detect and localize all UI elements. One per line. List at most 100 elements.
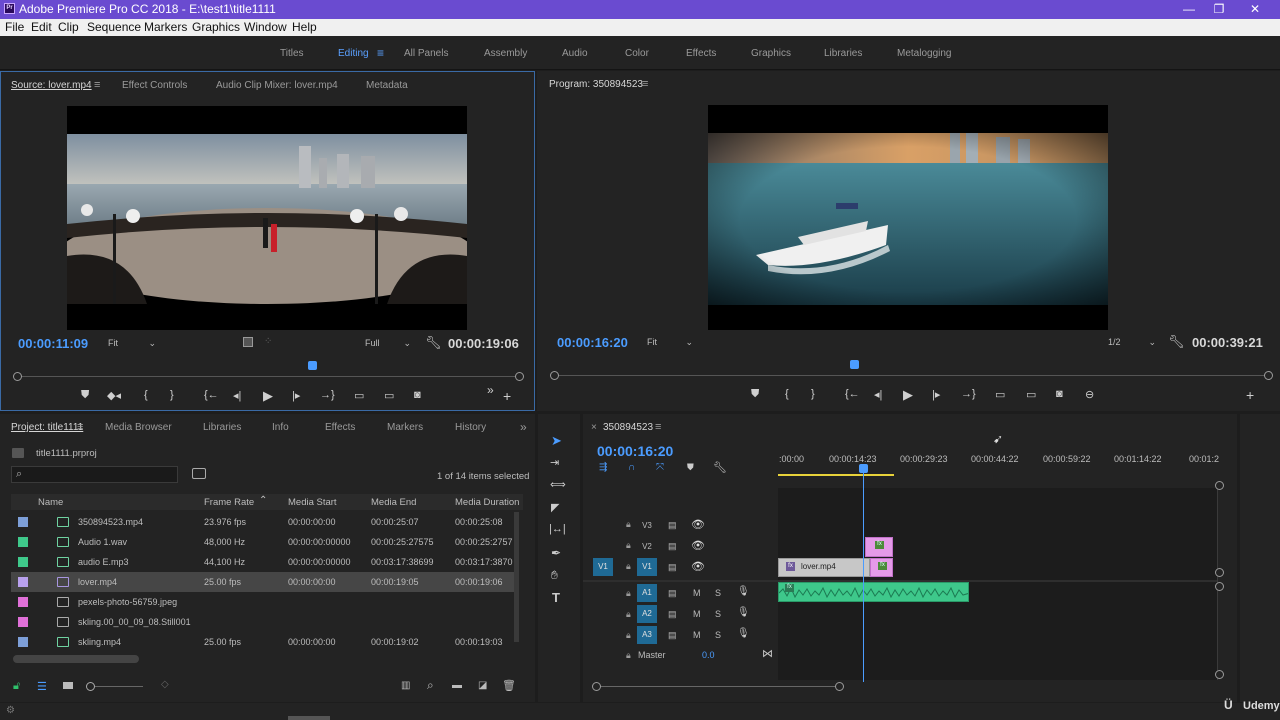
eye-icon[interactable]: 👁︎ [691, 539, 705, 552]
minimize-button[interactable]: — [1176, 1, 1202, 17]
close-button[interactable]: ✕ [1242, 1, 1268, 17]
mark-out-button[interactable]: } [811, 388, 815, 400]
timeline-playhead-line[interactable] [863, 472, 864, 682]
project-list-item[interactable]: 350894523.mp4 23.976 fps 00:00:00:00 00:00:… [11, 512, 514, 532]
tab-timeline-sequence[interactable]: 350894523 [603, 422, 653, 433]
tab-audio-clip-mixer[interactable]: Audio Clip Mixer: lover.mp4 [216, 80, 338, 91]
project-list-item[interactable]: pexels-photo-56759.jpeg [11, 592, 514, 612]
button-editor-button[interactable]: + [1246, 387, 1254, 403]
workspace-metalogging[interactable]: Metalogging [897, 48, 951, 59]
timeline-horizontal-scrollbar[interactable] [597, 686, 841, 687]
linked-selection-icon[interactable]: ⤧ [656, 462, 664, 473]
selection-tool-icon[interactable]: ➤ [551, 433, 562, 449]
source-resolution-dropdown[interactable]: Full ⌄ [365, 338, 411, 348]
menu-file[interactable]: File [5, 20, 24, 34]
track-target-v1[interactable]: V1 [637, 558, 657, 576]
sync-lock-icon[interactable]: ▤ [668, 609, 677, 620]
add-marker-icon[interactable]: ⛊ [687, 462, 694, 473]
timeline-tab-close-icon[interactable]: × [591, 422, 597, 433]
icon-view-icon[interactable] [63, 682, 73, 689]
add-marker-button[interactable]: ⛊ [751, 388, 759, 401]
step-back-button[interactable]: ◂| [874, 388, 882, 401]
solo-button[interactable]: S [715, 630, 721, 640]
source-video-frame[interactable] [67, 106, 467, 330]
automate-to-sequence-icon[interactable]: ▥ [401, 680, 410, 691]
more-panels-button[interactable]: » [520, 420, 527, 434]
vertical-zoom-handle[interactable] [1215, 582, 1224, 591]
workspace-menu-icon[interactable]: ≡ [377, 46, 384, 60]
timeline-tab-menu-icon[interactable]: ≡ [655, 421, 661, 433]
overwrite-button[interactable]: ▭ [384, 389, 394, 402]
nest-icon[interactable]: ⇶ [599, 462, 607, 473]
go-to-out-point-icon[interactable]: ⋈ [762, 647, 773, 660]
label-color-swatch[interactable] [18, 577, 28, 587]
menu-edit[interactable]: Edit [31, 20, 52, 34]
project-list-item[interactable]: skling.00_00_09_08.Still001 [11, 612, 514, 632]
insert-button[interactable]: ▭ [354, 389, 364, 402]
eye-icon[interactable]: 👁︎ [691, 518, 705, 531]
go-to-in-button[interactable]: {← [204, 389, 219, 401]
sync-lock-icon[interactable]: ▤ [668, 562, 677, 573]
mute-button[interactable]: M [693, 630, 701, 640]
wrench-icon[interactable]: 🔧︎ [1168, 334, 1185, 350]
track-lock-icon[interactable]: 🔒︎ [626, 650, 631, 661]
add-marker-button[interactable]: ⛊ [81, 389, 89, 402]
solo-button[interactable]: S [715, 588, 721, 598]
source-zoom-dropdown[interactable]: Fit ⌄ [108, 338, 156, 348]
label-color-swatch[interactable] [18, 557, 28, 567]
menu-markers[interactable]: Markers [144, 20, 187, 34]
track-target-a2[interactable]: A2 [637, 605, 657, 623]
column-header-media-end[interactable]: Media End [371, 497, 416, 508]
track-lock-icon[interactable]: 🔒︎ [626, 561, 631, 572]
ripple-edit-tool-icon[interactable]: ⟺ [550, 478, 566, 491]
mute-button[interactable]: M [693, 588, 701, 598]
workspace-color[interactable]: Color [625, 48, 649, 59]
program-zoom-start-handle[interactable] [550, 371, 559, 380]
column-header-media-start[interactable]: Media Start [288, 497, 337, 508]
timeline-settings-wrench-icon[interactable]: 🔧︎ [713, 461, 727, 474]
wrench-icon[interactable]: 🔧︎ [425, 335, 442, 351]
timeline-zoom-end-handle[interactable] [835, 682, 844, 691]
comparison-view-button[interactable]: ⊖ [1085, 388, 1094, 401]
tab-media-browser[interactable]: Media Browser [105, 422, 172, 433]
zoom-slider-track[interactable] [95, 686, 143, 687]
project-list-item[interactable]: lover.mp4 25.00 fps 00:00:00:00 00:00:19:05… [11, 572, 514, 592]
eye-icon[interactable]: 👁︎ [691, 560, 705, 573]
menu-clip[interactable]: Clip [58, 20, 79, 34]
workspace-editing[interactable]: Editing [338, 48, 369, 59]
mark-in-button[interactable]: { [785, 388, 789, 400]
track-select-tool-icon[interactable]: ⇥ [550, 456, 559, 469]
step-forward-button[interactable]: |▸ [932, 388, 940, 401]
list-view-icon[interactable]: ☰ [37, 680, 47, 693]
label-color-swatch[interactable] [18, 617, 28, 627]
step-back-button[interactable]: ◂| [233, 389, 241, 402]
column-header-name[interactable]: Name [38, 497, 63, 508]
source-patch-v1[interactable]: V1 [593, 558, 613, 576]
program-timeline-ruler[interactable] [555, 375, 1267, 376]
drag-video-icon[interactable]: ⁘ [264, 336, 272, 347]
tab-info[interactable]: Info [272, 422, 289, 433]
timeline-playhead-timecode[interactable]: 00:00:16:20 [597, 443, 673, 459]
lock-icon[interactable]: 🔓︎ [13, 680, 20, 693]
audio-clip-a1[interactable]: fx [778, 582, 969, 602]
workspace-libraries[interactable]: Libraries [824, 48, 862, 59]
tab-project[interactable]: Project: title1111 [11, 422, 83, 433]
track-lock-icon[interactable]: 🔒︎ [626, 588, 631, 599]
sync-lock-icon[interactable]: ▤ [668, 588, 677, 599]
menu-window[interactable]: Window [244, 20, 287, 34]
project-list-item[interactable]: skling.mp4 25.00 fps 00:00:00:00 00:00:19:0… [11, 632, 514, 652]
go-to-out-button[interactable]: →} [320, 389, 335, 401]
label-color-swatch[interactable] [18, 537, 28, 547]
new-bin-icon[interactable]: ▬ [452, 680, 462, 691]
label-color-swatch[interactable] [18, 637, 28, 647]
zoom-slider-handle[interactable] [86, 682, 95, 691]
hand-tool-icon[interactable]: ✋︎ [551, 568, 558, 583]
project-vertical-scrollbar[interactable] [514, 512, 519, 642]
sync-lock-icon[interactable]: ▤ [668, 520, 677, 531]
new-item-icon[interactable]: ◪ [478, 680, 487, 691]
go-to-in-button[interactable]: {← [845, 388, 860, 400]
source-playhead-timecode[interactable]: 00:00:11:09 [18, 336, 88, 351]
mute-button[interactable]: M [693, 609, 701, 619]
workspace-effects[interactable]: Effects [686, 48, 716, 59]
track-target-a3[interactable]: A3 [637, 626, 657, 644]
